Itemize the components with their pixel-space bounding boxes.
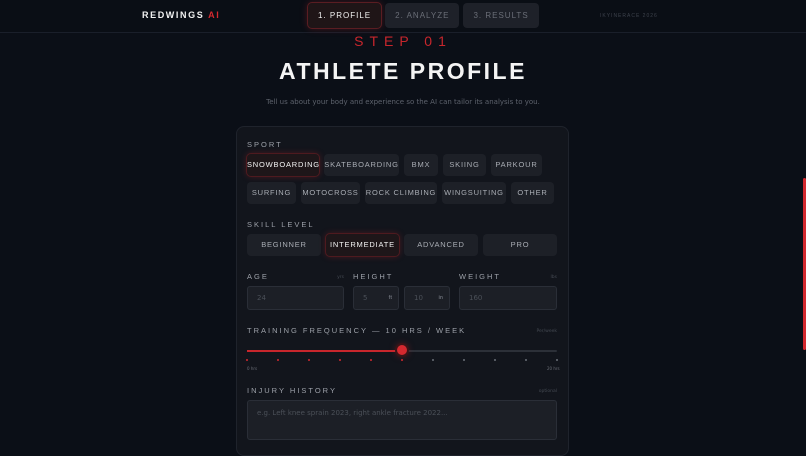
sport-option-surfing[interactable]: SURFING xyxy=(247,182,296,204)
brand-logo[interactable]: REDWINGS AI xyxy=(142,10,220,20)
height-feet-input[interactable]: 5 ft xyxy=(353,286,399,310)
sport-option-snowboarding[interactable]: SNOWBOARDING xyxy=(247,154,319,176)
training-slider-tick xyxy=(370,359,372,361)
injury-history-textarea[interactable]: e.g. Left knee sprain 2023, right ankle … xyxy=(247,400,557,440)
weight-input[interactable]: 160 xyxy=(459,286,557,310)
training-frequency-label: TRAINING FREQUENCY — 10 HRS / WEEK xyxy=(247,326,467,335)
training-slider-tick xyxy=(308,359,310,361)
training-slider-tick xyxy=(494,359,496,361)
skill-option-pro[interactable]: PRO xyxy=(483,234,557,256)
age-label: AGE xyxy=(247,272,269,281)
training-min-label: 0 hrs xyxy=(247,366,258,371)
sport-option-skateboarding[interactable]: SKATEBOARDING xyxy=(324,154,399,176)
training-slider-tick xyxy=(277,359,279,361)
height-feet-value: 5 xyxy=(363,294,368,302)
height-inches-input[interactable]: 10 in xyxy=(404,286,450,310)
training-slider-tick xyxy=(401,359,403,361)
training-slider-fill xyxy=(247,350,402,352)
weight-unit-hint: lbs xyxy=(550,275,557,280)
injury-history-hint: optional xyxy=(538,389,557,394)
age-unit-hint: yrs xyxy=(337,275,344,280)
sport-option-rock-climbing[interactable]: ROCK CLIMBING xyxy=(365,182,437,204)
training-slider-tick xyxy=(556,359,558,361)
training-slider-thumb[interactable] xyxy=(397,345,407,355)
sport-option-parkour[interactable]: PARKOUR xyxy=(491,154,542,176)
skill-option-intermediate[interactable]: INTERMEDIATE xyxy=(326,234,399,256)
skill-option-advanced[interactable]: ADVANCED xyxy=(404,234,478,256)
sport-option-skiing[interactable]: SKIING xyxy=(443,154,486,176)
height-inches-unit: in xyxy=(438,295,443,301)
step-kicker: STEP 01 xyxy=(354,33,452,49)
step-tab-results[interactable]: 3. RESULTS xyxy=(463,3,539,28)
injury-history-label: INJURY HISTORY xyxy=(247,386,337,395)
training-slider-tick xyxy=(463,359,465,361)
brand-name: REDWINGS xyxy=(142,10,205,20)
sport-option-other[interactable]: OTHER xyxy=(511,182,554,204)
top-bar: REDWINGS AI 1. PROFILE 2. ANALYZE 3. RES… xyxy=(0,0,806,33)
page-subtitle: Tell us about your body and experience s… xyxy=(266,98,540,106)
training-frequency-hint: Per/week xyxy=(536,329,557,334)
page-title: ATHLETE PROFILE xyxy=(279,58,527,84)
credit-text: IKYINERACE 2026 xyxy=(600,13,658,19)
sport-option-motocross[interactable]: MOTOCROSS xyxy=(301,182,360,204)
step-tab-analyze[interactable]: 2. ANALYZE xyxy=(385,3,460,28)
training-slider-tick xyxy=(339,359,341,361)
sport-option-bmx[interactable]: BMX xyxy=(404,154,438,176)
training-slider-tick xyxy=(525,359,527,361)
weight-label: WEIGHT xyxy=(459,272,501,281)
training-max-label: 20 hrs xyxy=(547,366,560,371)
skill-level-label: SKILL LEVEL xyxy=(247,220,315,229)
step-tab-profile[interactable]: 1. PROFILE xyxy=(308,3,382,28)
height-label: HEIGHT xyxy=(353,272,394,281)
training-slider-tick xyxy=(246,359,248,361)
height-inches-value: 10 xyxy=(414,294,423,302)
sport-label: SPORT xyxy=(247,140,283,149)
skill-option-beginner[interactable]: BEGINNER xyxy=(247,234,321,256)
brand-accent: AI xyxy=(208,10,221,20)
training-slider-tick xyxy=(432,359,434,361)
height-feet-unit: ft xyxy=(388,295,392,301)
sport-option-wingsuiting[interactable]: WINGSUITING xyxy=(442,182,506,204)
step-navigation: 1. PROFILE 2. ANALYZE 3. RESULTS xyxy=(308,3,539,28)
age-input[interactable]: 24 xyxy=(247,286,344,310)
